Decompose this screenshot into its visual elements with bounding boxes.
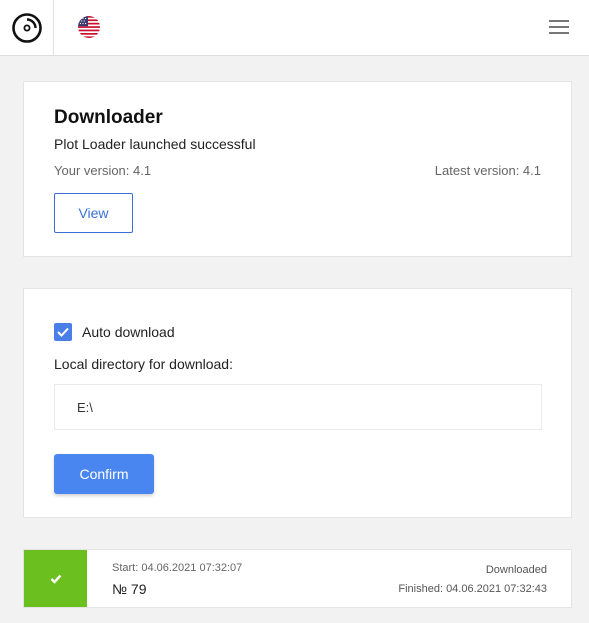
job-start-time: Start: 04.06.2021 07:32:07 — [112, 562, 243, 574]
job-number: № 79 — [112, 581, 147, 597]
job-finish-time: Finished: 04.06.2021 07:32:43 — [398, 583, 547, 595]
job-status-text: Downloaded — [485, 564, 547, 576]
settings-card: Auto download Local directory for downlo… — [23, 288, 572, 518]
auto-download-checkbox[interactable] — [54, 323, 72, 341]
checkmark-icon — [57, 327, 69, 337]
latest-version-text: Latest version: 4.1 — [434, 163, 541, 178]
downloader-title: Downloader — [54, 107, 163, 128]
view-button[interactable]: View — [54, 193, 133, 233]
logo[interactable] — [0, 0, 54, 55]
job-status-indicator — [24, 550, 87, 607]
launch-status-text: Plot Loader launched successful — [54, 136, 256, 152]
auto-download-label[interactable]: Auto download — [82, 324, 175, 340]
hamburger-menu-icon[interactable] — [548, 17, 570, 37]
check-icon — [50, 574, 61, 584]
download-job-item[interactable]: Start: 04.06.2021 07:32:07 № 79 Download… — [23, 549, 572, 608]
confirm-button[interactable]: Confirm — [54, 454, 154, 494]
your-version-text: Your version: 4.1 — [54, 163, 152, 178]
directory-label: Local directory for download: — [54, 356, 233, 372]
directory-input[interactable] — [54, 384, 542, 430]
us-flag-icon[interactable] — [78, 16, 100, 38]
top-bar — [0, 0, 589, 56]
disc-logo-icon — [11, 12, 42, 43]
downloader-card: Downloader Plot Loader launched successf… — [23, 81, 572, 257]
